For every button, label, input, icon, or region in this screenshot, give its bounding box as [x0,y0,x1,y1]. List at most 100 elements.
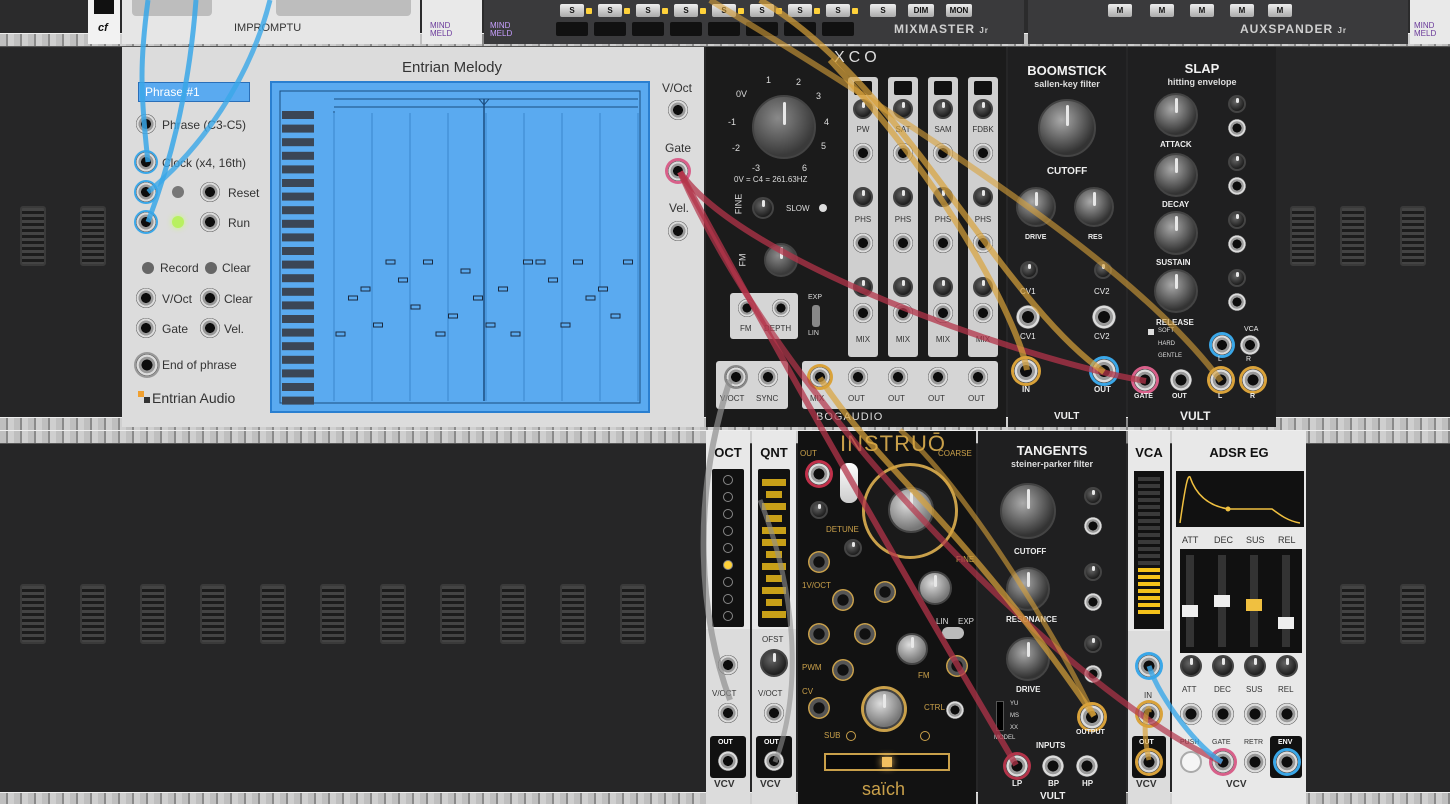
voct-jack[interactable] [808,623,830,645]
boomstick-in-jack[interactable] [1014,359,1038,383]
melody-note[interactable] [610,313,621,319]
push-button[interactable] [1180,751,1202,773]
record-button[interactable] [142,262,154,274]
melody-note[interactable] [485,322,496,328]
melody-note[interactable] [585,295,596,301]
xco-amount-knob[interactable] [973,277,993,297]
pan-fader[interactable] [594,22,626,36]
oct-voct-jack[interactable] [718,703,738,723]
oct-in-jack[interactable] [718,655,738,675]
scale-key[interactable] [766,599,782,606]
fm-knob-instruo[interactable] [896,633,928,665]
release-knob[interactable] [1154,269,1198,313]
sus-slider-handle[interactable] [1246,599,1262,611]
clear-button[interactable] [205,262,217,274]
solo-button[interactable]: S [788,4,812,17]
octave-led[interactable] [723,526,733,536]
output-voct-jack[interactable] [668,100,688,120]
detune-jack[interactable] [808,551,830,573]
exp-lin-switch[interactable] [812,305,820,327]
pan-fader[interactable] [556,22,588,36]
melody-note[interactable] [398,277,408,283]
solo-button[interactable]: S [598,4,622,17]
env-out-jack[interactable] [1276,751,1298,773]
pwm-jack[interactable] [854,623,876,645]
phrase-jack[interactable] [136,114,156,134]
octave-led[interactable] [723,577,733,587]
drive-cv-jack[interactable] [1084,665,1102,683]
melody-note[interactable] [348,295,358,301]
xco-cv-jack[interactable] [893,233,913,253]
melody-note[interactable] [560,322,571,328]
xco-frequency-knob[interactable] [752,95,816,159]
resonance-cv-jack[interactable] [1084,593,1102,611]
vcv-rack-workspace[interactable]: cf IMPROMPTU MIND MELD MIND MELD MIXMAST… [0,0,1450,804]
xco-sat-knob[interactable] [893,99,913,119]
scale-key[interactable] [762,539,786,546]
melody-note[interactable] [385,259,396,265]
lp-input-jack[interactable] [1006,755,1028,777]
slap-r-out-jack[interactable] [1242,369,1264,391]
scale-key[interactable] [762,587,786,594]
rel-cv-knob[interactable] [1276,655,1298,677]
xco-cv-jack[interactable] [853,303,873,323]
decay-knob[interactable] [1154,153,1198,197]
fine-knob-instruo[interactable] [918,571,952,605]
vca-r-jack[interactable] [1240,335,1260,355]
boomstick-out-jack[interactable] [1092,359,1116,383]
xco-out-jack-3[interactable] [928,367,948,387]
solo-button[interactable]: S [560,4,584,17]
vca-out-jack[interactable] [1138,751,1160,773]
slap-gate-jack[interactable] [1134,369,1156,391]
cutoff-knob[interactable] [1038,99,1096,157]
xco-cv-jack[interactable] [853,143,873,163]
xco-pw-knob[interactable] [853,99,873,119]
scale-key[interactable] [762,527,786,534]
xco-amount-knob[interactable] [973,187,993,207]
octave-led[interactable] [723,492,733,502]
mute-button[interactable]: M [1108,4,1132,17]
scale-key[interactable] [766,551,782,558]
adsr-gate-jack[interactable] [1212,751,1234,773]
hp-input-jack[interactable] [1076,755,1098,777]
pan-fader[interactable] [708,22,740,36]
xco-cv-jack[interactable] [933,233,953,253]
rel-slider-handle[interactable] [1278,617,1294,629]
res-knob[interactable] [1074,187,1114,227]
bp-input-jack[interactable] [1042,755,1064,777]
slap-out-jack[interactable] [1170,369,1192,391]
fm-jack-instruo[interactable] [946,655,968,677]
clear-jack[interactable] [200,288,220,308]
xco-mix-out-jack[interactable] [810,367,830,387]
piano-roll-grid[interactable] [272,83,648,411]
solo-button[interactable]: S [870,4,896,17]
att-cv-jack[interactable] [1180,703,1202,725]
model-switch[interactable] [996,701,1004,731]
xco-fdbk-knob[interactable] [973,99,993,119]
output-vel-jack[interactable] [668,221,688,241]
vca-l-jack[interactable] [1212,335,1232,355]
xco-voct-jack[interactable] [726,367,746,387]
att-slider-handle[interactable] [1182,605,1198,617]
xco-cv-jack[interactable] [933,303,953,323]
voct-jack-2[interactable] [832,589,854,611]
xco-cv-jack[interactable] [893,143,913,163]
scale-key[interactable] [766,515,782,522]
xco-amount-knob[interactable] [853,187,873,207]
instruo-out-jack[interactable] [808,463,830,485]
reset-input-jack[interactable] [136,182,156,202]
scale-key[interactable] [762,479,786,486]
release-cv-knob[interactable] [1228,269,1246,287]
drive-knob[interactable] [1016,187,1056,227]
phrase-name-field[interactable]: Phrase #1 [138,82,250,102]
xco-cv-jack[interactable] [973,303,993,323]
release-cv-jack[interactable] [1228,293,1246,311]
melody-note[interactable] [448,313,458,319]
att-slider-track[interactable] [1186,555,1194,647]
melody-note[interactable] [373,322,383,328]
ctrl-jack[interactable] [946,701,964,719]
run-input-jack[interactable] [136,212,156,232]
xco-amount-knob[interactable] [933,277,953,297]
melody-note[interactable] [435,331,446,337]
xco-out-jack-4[interactable] [968,367,988,387]
